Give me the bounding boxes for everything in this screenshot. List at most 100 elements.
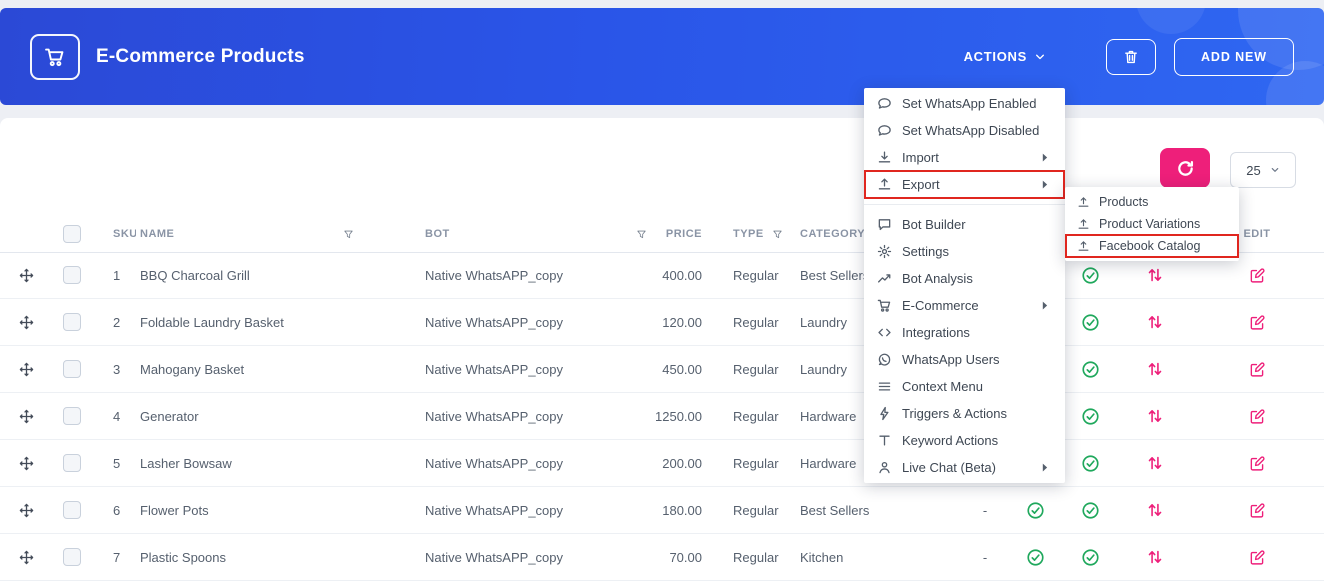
row-checkbox[interactable] [63,407,81,425]
whatsapp-check-icon[interactable] [1081,407,1100,426]
filter-icon[interactable] [636,229,647,240]
drag-handle-icon[interactable] [19,503,34,518]
menu-item-import[interactable]: Import [864,144,1065,171]
variations-swap-icon[interactable] [1146,548,1164,566]
bot-cell: Native WhatsAPP_copy [425,267,564,283]
variations-swap-icon[interactable] [1146,313,1164,331]
menu-item-triggers-actions[interactable]: Triggers & Actions [864,400,1065,427]
sku-cell: 2 [113,314,121,330]
select-all-cell [52,216,92,252]
menu-item-settings[interactable]: Settings [864,238,1065,265]
column-label: NAME [140,228,175,240]
column-label: EDIT [1243,228,1271,240]
menu-item-set-whatsapp-enabled[interactable]: Set WhatsApp Enabled [864,90,1065,117]
menu-item-label: Live Chat (Beta) [902,460,996,475]
whatsapp-check-icon[interactable] [1081,454,1100,473]
menu-item-label: Settings [902,244,949,259]
whatsapp-check-icon[interactable] [1081,313,1100,332]
gear-icon [877,244,892,259]
row-checkbox[interactable] [63,501,81,519]
menu-item-live-chat-beta[interactable]: Live Chat (Beta) [864,454,1065,481]
menu-item-whatsapp-users[interactable]: WhatsApp Users [864,346,1065,373]
table-row: 6 Flower Pots Native WhatsAPP_copy 180.00 Re… [0,487,1324,534]
edit-icon[interactable] [1249,408,1266,425]
type-cell: Regular [733,455,779,471]
submenu-item-label: Facebook Catalog [1099,239,1201,253]
column-header-price[interactable]: PRICE [655,216,712,252]
whatsapp-check-icon[interactable] [1081,266,1100,285]
select-all-checkbox[interactable] [63,225,81,243]
filter-icon[interactable] [343,229,354,240]
variations-swap-icon[interactable] [1146,501,1164,519]
type-cell: Regular [733,267,779,283]
upload-icon [1077,196,1090,209]
menu-item-label: Integrations [902,325,970,340]
page-size-select[interactable]: 25 [1230,152,1296,188]
column-header-type[interactable]: TYPE [712,216,790,252]
upload-icon [1077,240,1090,253]
drag-handle-icon[interactable] [19,409,34,424]
menu-item-export[interactable]: Export [864,170,1065,199]
variations-swap-icon[interactable] [1146,454,1164,472]
submenu-arrow-icon [1037,150,1052,165]
drag-handle-icon[interactable] [19,268,34,283]
row-checkbox[interactable] [63,266,81,284]
category-cell: Kitchen [800,549,844,565]
edit-icon[interactable] [1249,361,1266,378]
whatsapp-check-icon[interactable] [1081,548,1100,567]
row-checkbox[interactable] [63,313,81,331]
row-checkbox[interactable] [63,360,81,378]
menu-item-keyword-actions[interactable]: Keyword Actions [864,427,1065,454]
type-cell: Regular [733,408,779,424]
row-checkbox[interactable] [63,548,81,566]
chevron-down-icon [1270,165,1280,175]
delete-button[interactable] [1105,38,1156,75]
menu-item-bot-analysis[interactable]: Bot Analysis [864,265,1065,292]
edit-icon[interactable] [1249,314,1266,331]
status-check-icon[interactable] [1026,548,1045,567]
drag-handle-icon[interactable] [19,362,34,377]
drag-handle-icon[interactable] [19,550,34,565]
bot-cell: Native WhatsAPP_copy [425,455,564,471]
table-row: 4 Generator Native WhatsAPP_copy 1250.00 Reg… [0,393,1324,440]
bot-cell: Native WhatsAPP_copy [425,314,564,330]
name-cell: Lasher Bowsaw [140,455,232,471]
submenu-item-products[interactable]: Products [1065,191,1239,213]
submenu-item-product-variations[interactable]: Product Variations [1065,213,1239,235]
column-header-name[interactable]: NAME [136,216,420,252]
submenu-arrow-icon [1037,298,1052,313]
page: E-Commerce Products ACTIONS ADD NEW 25 S… [0,0,1324,588]
header-actions: ACTIONS ADD NEW [964,37,1294,76]
drag-handle-icon[interactable] [19,456,34,471]
column-header-sku[interactable]: SKU [92,216,136,252]
drag-handle-icon[interactable] [19,315,34,330]
actions-dropdown-button[interactable]: ACTIONS [964,49,1046,64]
bot-cell: Native WhatsAPP_copy [425,549,564,565]
menu-item-integrations[interactable]: Integrations [864,319,1065,346]
edit-icon[interactable] [1249,267,1266,284]
type-cell: Regular [733,502,779,518]
variations-swap-icon[interactable] [1146,360,1164,378]
menu-item-bot-builder[interactable]: Bot Builder [864,211,1065,238]
status-check-icon[interactable] [1026,501,1045,520]
menu-item-context-menu[interactable]: Context Menu [864,373,1065,400]
menu-item-e-commerce[interactable]: E-Commerce [864,292,1065,319]
row-checkbox[interactable] [63,454,81,472]
whatsapp-check-icon[interactable] [1081,360,1100,379]
whatsapp-check-icon[interactable] [1081,501,1100,520]
menu-divider [864,204,1065,205]
column-header-bot[interactable]: BOT [420,216,655,252]
refresh-button[interactable] [1160,148,1210,188]
filter-icon[interactable] [772,229,783,240]
variations-swap-icon[interactable] [1146,266,1164,284]
type-cell: Regular [733,549,779,565]
edit-icon[interactable] [1249,502,1266,519]
variations-swap-icon[interactable] [1146,407,1164,425]
menu-item-set-whatsapp-disabled[interactable]: Set WhatsApp Disabled [864,117,1065,144]
edit-icon[interactable] [1249,549,1266,566]
category-cell: Best Sellers [800,502,870,518]
sku-cell: 4 [113,408,121,424]
edit-icon[interactable] [1249,455,1266,472]
submenu-item-facebook-catalog[interactable]: Facebook Catalog [1065,234,1239,258]
sku-cell: 7 [113,549,121,565]
